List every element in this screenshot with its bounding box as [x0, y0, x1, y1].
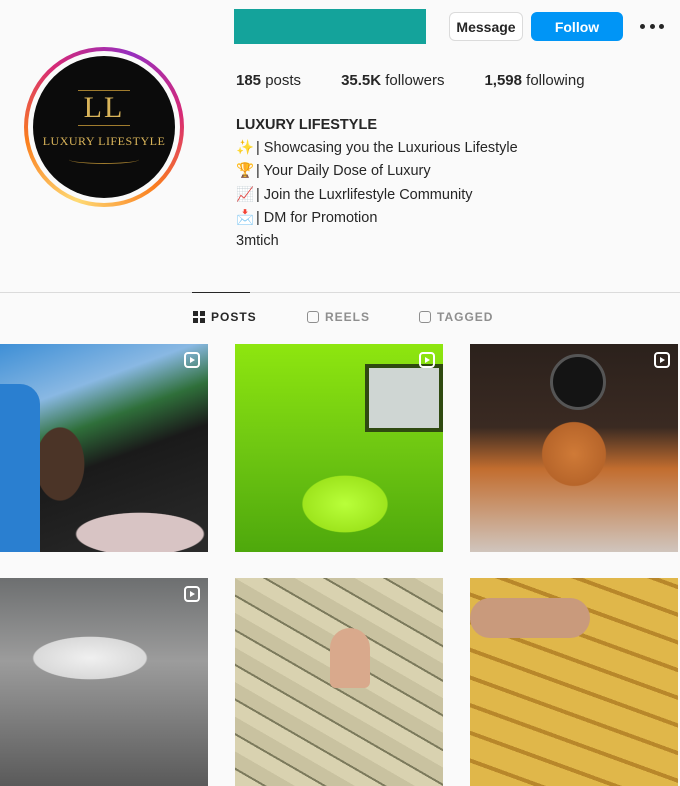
tab-reels[interactable]: REELS	[307, 310, 370, 324]
bio-line: 🏆 | Your Daily Dose of Luxury	[236, 160, 518, 183]
inbox-tray-icon: 📩	[236, 209, 255, 226]
grid-icon	[193, 311, 205, 323]
posts-label: posts	[265, 72, 302, 89]
post-thumbnail[interactable]	[0, 578, 208, 786]
follow-button[interactable]: Follow	[531, 12, 623, 41]
profile-stats: 185 posts 35.5K followers 1,598 followin…	[236, 72, 625, 89]
tab-label: REELS	[325, 310, 371, 324]
chart-increasing-icon: 📈	[236, 186, 255, 203]
profile-tabs: POSTS REELS TAGGED	[0, 310, 680, 330]
tab-label: TAGGED	[437, 310, 494, 324]
tab-tagged[interactable]: TAGGED	[419, 310, 493, 324]
followers-count: 35.5K	[341, 72, 382, 89]
bio-line-text: | Showcasing you the Luxurious Lifestyle	[256, 140, 518, 157]
followers-stat[interactable]: 35.5K followers	[341, 72, 444, 89]
message-button[interactable]: Message	[449, 12, 523, 41]
post-thumbnail[interactable]	[470, 344, 678, 552]
bio-line-text: | Your Daily Dose of Luxury	[256, 163, 431, 180]
active-tab-indicator	[192, 292, 250, 293]
reel-icon	[184, 352, 200, 368]
bio-line-text: | DM for Promotion	[256, 209, 378, 226]
following-label: following	[526, 72, 585, 89]
bio-line: ✨ | Showcasing you the Luxurious Lifestyl…	[236, 137, 518, 160]
reels-icon	[307, 311, 319, 323]
sparkles-icon: ✨	[236, 140, 255, 157]
logo-flourish	[69, 155, 139, 164]
following-count: 1,598	[484, 72, 522, 89]
logo-monogram: LL	[77, 90, 131, 126]
post-thumbnail[interactable]	[235, 344, 443, 552]
post-thumbnail[interactable]	[0, 344, 208, 552]
followers-label: followers	[385, 72, 445, 89]
trophy-icon: 🏆	[236, 163, 255, 180]
post-thumbnail[interactable]	[470, 578, 678, 786]
reel-icon	[654, 352, 670, 368]
bio-line-text: | Join the Luxrlifestyle Community	[256, 186, 473, 203]
posts-count: 185	[236, 72, 262, 89]
username-banner	[234, 9, 426, 44]
tagged-icon	[419, 311, 431, 323]
profile-bio: LUXURY LIFESTYLE ✨ | Showcasing you the L…	[236, 114, 518, 253]
post-thumbnail[interactable]	[235, 578, 443, 786]
reel-icon	[419, 352, 435, 368]
bio-line: 📈 | Join the Luxrlifestyle Community	[236, 184, 518, 207]
tab-posts[interactable]: POSTS	[193, 310, 257, 324]
tab-label: POSTS	[211, 310, 257, 324]
more-options-icon[interactable]	[640, 16, 664, 36]
reel-icon	[184, 586, 200, 602]
bio-line: 📩 | DM for Promotion	[236, 207, 518, 230]
avatar: LL LUXURY LIFESTYLE	[33, 56, 175, 198]
bio-link[interactable]: 3mtich	[236, 230, 518, 253]
profile-avatar-ring[interactable]: LL LUXURY LIFESTYLE	[24, 47, 184, 207]
profile-name: LUXURY LIFESTYLE	[236, 117, 377, 133]
posts-stat: 185 posts	[236, 72, 301, 89]
tabs-divider	[0, 292, 680, 293]
logo-text: LUXURY LIFESTYLE	[42, 134, 166, 148]
following-stat[interactable]: 1,598 following	[484, 72, 584, 89]
